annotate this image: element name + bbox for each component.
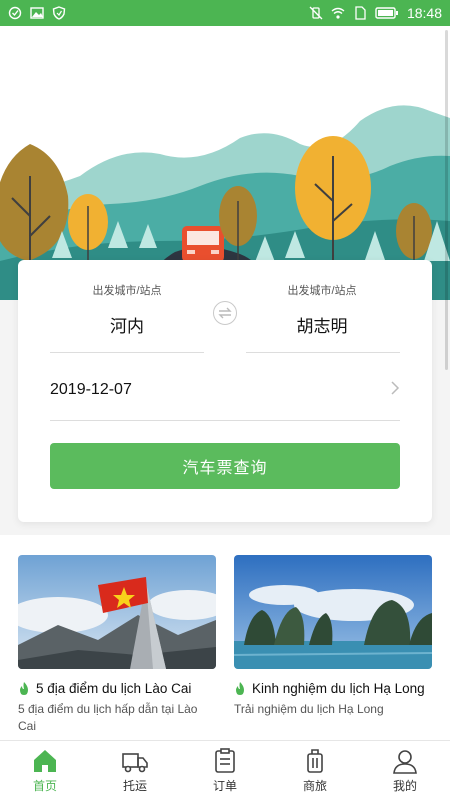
article-card[interactable]: Kinh nghiệm du lịch Hạ Long Trải nghiệm … [234, 555, 432, 718]
luggage-icon [307, 749, 323, 773]
scrollbar[interactable] [445, 30, 448, 370]
chevron-right-icon [390, 380, 400, 401]
swap-icon [218, 307, 232, 319]
article-title: Kinh nghiệm du lịch Hạ Long [252, 681, 425, 696]
tab-label: 商旅 [302, 779, 327, 793]
battery-icon [375, 7, 398, 19]
departure-date-field[interactable]: 2019-12-07 [50, 370, 400, 410]
tab-label: 订单 [212, 779, 237, 793]
departure-city[interactable]: 河内 [51, 312, 203, 337]
truck-icon [122, 753, 148, 773]
tab-label: 托运 [122, 779, 147, 793]
home-icon [34, 750, 56, 772]
bottom-tab-bar: 首页 托运 订单 商旅 我的 [0, 740, 450, 800]
shield-icon [52, 6, 66, 20]
divider [50, 420, 400, 421]
vibrate-off-icon [309, 6, 323, 20]
sync-check-icon [8, 6, 22, 20]
article-image [18, 555, 216, 669]
hero-illustration [0, 26, 450, 300]
arrival-city[interactable]: 胡志明 [246, 312, 398, 337]
article-image [234, 555, 432, 669]
status-time: 18:48 [406, 5, 442, 21]
divider [246, 352, 400, 353]
tab-orders[interactable]: 订单 [180, 741, 270, 800]
bus-ticket-search-button[interactable]: 汽车票查询 [50, 443, 400, 489]
article-description: 5 địa điểm du lịch hấp dẫn tại Lào Cai [18, 702, 198, 733]
article-description: Trải nghiệm du lịch Hạ Long [234, 702, 384, 716]
ticket-search-card: 出发城市/站点 河内 出发城市/站点 胡志明 2019-12-07 汽车票查询 [18, 260, 432, 522]
arrival-label: 出发城市/站点 [287, 285, 357, 297]
article-title: 5 địa điểm du lịch Lào Cai [36, 681, 192, 696]
order-icon [215, 748, 235, 773]
divider [50, 352, 204, 353]
departure-label: 出发城市/站点 [92, 285, 162, 297]
tab-label: 首页 [32, 779, 57, 793]
image-icon [30, 7, 44, 19]
tab-profile[interactable]: 我的 [360, 741, 450, 800]
swap-cities-button[interactable] [213, 301, 237, 325]
sim-icon [355, 6, 366, 20]
departure-date: 2019-12-07 [50, 381, 132, 398]
article-list: 5 địa điểm du lịch Lào Cai 5 địa điểm du… [0, 535, 450, 740]
arrival-city-field[interactable]: 出发城市/站点 胡志明 [246, 282, 398, 337]
wifi-icon [331, 7, 345, 19]
status-bar: 18:48 [0, 0, 450, 26]
tab-label: 我的 [392, 779, 417, 793]
tab-business-travel[interactable]: 商旅 [270, 741, 360, 800]
article-card[interactable]: 5 địa điểm du lịch Lào Cai 5 địa điểm du… [18, 555, 216, 735]
fire-icon [20, 681, 28, 695]
tab-home[interactable]: 首页 [0, 741, 90, 800]
profile-icon [393, 750, 417, 774]
departure-city-field[interactable]: 出发城市/站点 河内 [51, 282, 203, 337]
tab-shipping[interactable]: 托运 [90, 741, 180, 800]
fire-icon [236, 681, 244, 695]
